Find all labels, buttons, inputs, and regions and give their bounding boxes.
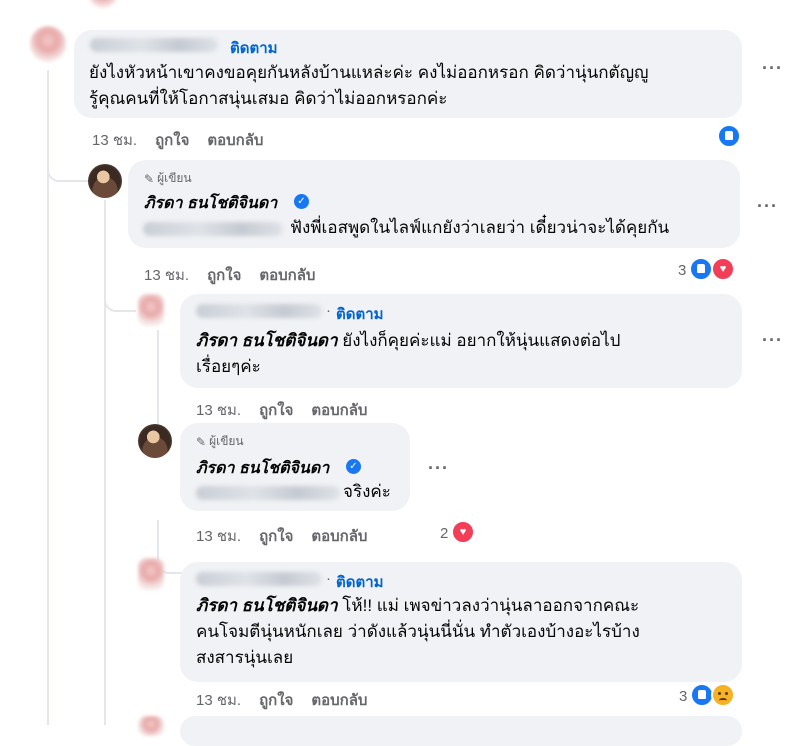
author-badge: ✎ ผู้เขียน [144, 169, 192, 188]
comment-text: ฟังพี่เอสพูดในไลฟ์แกยังว่าเลยว่า เดี๋ยวน… [290, 218, 670, 237]
timestamp[interactable]: 13 ชม. [144, 263, 189, 287]
thread-line [104, 200, 106, 725]
comment-text-line: ยังไงก็คุยค่ะแม่ อยากให้นุ่นแสดงต่อไป [342, 331, 621, 350]
verified-badge-icon: ✓ [294, 194, 309, 209]
follow-link[interactable]: ติดตาม [336, 570, 384, 594]
reaction-count[interactable]: 3 [679, 688, 687, 705]
commenter-name[interactable] [196, 572, 322, 586]
comment-text: ภิรดา ธนโชติจินดา ยังไงก็คุยค่ะแม่ อยากใ… [196, 328, 620, 354]
avatar[interactable] [138, 716, 164, 736]
comment-text: จริงค่ะ [343, 482, 391, 501]
mention-link[interactable]: ภิรดา ธนโชติจินดา [196, 596, 338, 615]
author-avatar[interactable] [88, 164, 122, 198]
comment-text: รู้คุณคนที่ให้โอกาสนุ่นเสมอ คิดว่าไม่ออก… [89, 89, 448, 108]
author-name[interactable]: ภิรดา ธนโชติจินดา [196, 456, 329, 481]
mentioned-name[interactable] [196, 486, 340, 500]
comment-text: คนโจมตีนุ่นหนักเลย ว่าดังแล้วนุ่นนี่นั่น… [196, 622, 640, 641]
timestamp[interactable]: 13 ชม. [92, 128, 137, 152]
pencil-icon: ✎ [144, 171, 155, 186]
comment-text: สงสารนุ่นเลย [196, 648, 294, 667]
comment-actions: 13 ชม. ถูกใจ ตอบกลับ [144, 263, 315, 287]
commenter-name[interactable] [196, 304, 322, 318]
comment-text: เรื่อยๆค่ะ [196, 357, 261, 376]
timestamp[interactable]: 13 ชม. [196, 524, 241, 548]
reaction-count[interactable]: 3 [678, 262, 686, 279]
comment-bubble [180, 716, 742, 746]
thread-connector [47, 150, 89, 182]
more-options-icon[interactable]: ··· [762, 330, 783, 351]
reaction-count[interactable]: 2 [440, 525, 448, 542]
avatar[interactable] [30, 26, 66, 62]
reply-button[interactable]: ตอบกลับ [207, 128, 263, 152]
author-avatar[interactable] [138, 424, 172, 458]
comment-actions: 13 ชม. ถูกใจ ตอบกลับ [196, 524, 367, 548]
like-reaction-icon[interactable] [689, 257, 713, 281]
timestamp[interactable]: 13 ชม. [196, 398, 241, 422]
comment-actions: 13 ชม. ถูกใจ ตอบกลับ [196, 688, 367, 712]
more-options-icon[interactable]: ··· [757, 196, 778, 217]
like-button[interactable]: ถูกใจ [207, 263, 241, 287]
follow-link[interactable]: ติดตาม [336, 302, 384, 326]
verified-badge-icon: ✓ [346, 459, 361, 474]
timestamp[interactable]: 13 ชม. [196, 688, 241, 712]
author-badge: ✎ ผู้เขียน [196, 432, 244, 451]
thread-connector [104, 286, 136, 312]
reply-button[interactable]: ตอบกลับ [311, 688, 367, 712]
commenter-name[interactable] [90, 38, 218, 52]
like-button[interactable]: ถูกใจ [259, 524, 293, 548]
avatar[interactable] [138, 294, 164, 326]
sad-reaction-icon[interactable] [711, 683, 735, 707]
mentioned-name[interactable] [143, 222, 283, 236]
follow-link[interactable]: ติดตาม [230, 36, 278, 60]
separator: · [326, 302, 331, 319]
mention-link[interactable]: ภิรดา ธนโชติจินดา [196, 331, 338, 350]
separator: · [326, 570, 331, 587]
reply-button[interactable]: ตอบกลับ [259, 263, 315, 287]
like-button[interactable]: ถูกใจ [259, 398, 293, 422]
comment-text-line: โห้!! แม่ เพจข่าวลงว่านุ่นลาออกจากคณะ [342, 596, 640, 615]
author-badge-label: ผู้เขียน [209, 434, 244, 448]
author-name[interactable]: ภิรดา ธนโชติจินดา [144, 191, 277, 216]
comment-actions: 13 ชม. ถูกใจ ตอบกลับ [196, 398, 367, 422]
comment-actions: 13 ชม. ถูกใจ ตอบกลับ [92, 128, 263, 152]
comment-text: ภิรดา ธนโชติจินดา โห้!! แม่ เพจข่าวลงว่า… [196, 593, 639, 619]
comment-text: ยังไงหัวหน้าเขาคงขอคุยกันหลังบ้านแหล่ะค่… [89, 63, 649, 82]
more-options-icon[interactable]: ··· [428, 458, 449, 479]
pencil-icon: ✎ [196, 434, 207, 449]
reply-button[interactable]: ตอบกลับ [311, 398, 367, 422]
more-options-icon[interactable]: ··· [762, 58, 783, 79]
reply-button[interactable]: ตอบกลับ [311, 524, 367, 548]
love-reaction-icon[interactable]: ♥ [451, 520, 475, 544]
avatar[interactable] [138, 558, 164, 590]
like-button[interactable]: ถูกใจ [155, 128, 189, 152]
avatar[interactable] [88, 0, 118, 8]
like-button[interactable]: ถูกใจ [259, 688, 293, 712]
love-reaction-icon[interactable]: ♥ [711, 257, 735, 281]
like-reaction-icon[interactable] [717, 124, 741, 148]
author-badge-label: ผู้เขียน [157, 171, 192, 185]
